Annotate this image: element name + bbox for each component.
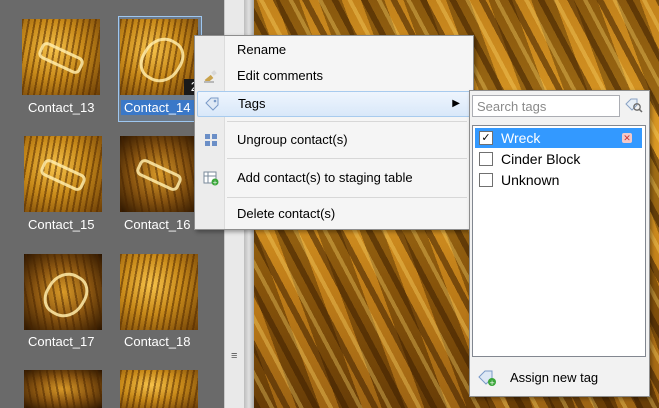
thumbnail-contact-16[interactable] <box>120 136 198 212</box>
thumbnail-contact-14[interactable]: 2 <box>120 19 198 95</box>
contact-context-menu: Rename Edit comments Tags ▶ Ungroup cont… <box>194 35 474 230</box>
new-tag-icon: + <box>478 369 498 395</box>
thumbnail-contact-13[interactable] <box>22 19 100 95</box>
thumbnail-label: Contact_15 <box>28 217 95 232</box>
menu-item-rename[interactable]: Rename <box>197 38 469 62</box>
menu-item-edit-comments[interactable]: Edit comments <box>197 64 469 88</box>
thumbnail-contact-15[interactable] <box>24 136 102 212</box>
submenu-arrow-icon: ▶ <box>452 98 460 109</box>
tag-checkbox[interactable] <box>479 173 493 187</box>
assign-new-tag-label: Assign new tag <box>510 370 599 385</box>
menu-item-add-to-staging-table[interactable]: + Add contact(s) to staging table <box>197 166 469 190</box>
menu-separator <box>227 197 467 198</box>
thumbnail-label: Contact_13 <box>28 100 95 115</box>
thumbnail-contact-17[interactable] <box>24 254 102 330</box>
sonar-thumbnail-image <box>120 370 198 408</box>
menu-item-label: Delete contact(s) <box>237 206 336 221</box>
tag-label: Wreck <box>501 130 541 146</box>
tag-list-item[interactable]: Unknown <box>475 170 642 190</box>
sonar-thumbnail-image <box>24 370 102 408</box>
thumbnail-contact-partial[interactable] <box>120 370 198 408</box>
tag-list: ✓ Wreck ✕ Cinder Block Unknown <box>472 125 646 357</box>
assign-new-tag-button[interactable]: + Assign new tag <box>472 365 644 391</box>
svg-text:+: + <box>489 379 495 387</box>
tag-checkbox[interactable] <box>479 152 493 166</box>
pencil-icon <box>203 68 219 84</box>
table-add-icon: + <box>203 170 219 186</box>
thumbnail-label: Contact_16 <box>124 217 191 232</box>
tags-submenu-panel: ✓ Wreck ✕ Cinder Block Unknown + Assign … <box>469 90 650 397</box>
remove-tag-icon[interactable]: ✕ <box>622 133 632 143</box>
tag-label: Cinder Block <box>501 151 581 167</box>
thumbnail-label: Contact_17 <box>28 334 95 349</box>
sonar-thumbnail-image <box>24 254 102 330</box>
tag-icon <box>204 96 220 112</box>
search-tags-input[interactable] <box>472 95 620 117</box>
tag-list-item[interactable]: ✓ Wreck ✕ <box>475 128 642 148</box>
menu-item-label: Tags <box>238 96 266 111</box>
tag-checkbox[interactable]: ✓ <box>479 131 493 145</box>
search-tag-icon[interactable] <box>624 97 644 115</box>
sonar-thumbnail-image <box>22 19 100 95</box>
thumbnail-label: Contact_18 <box>124 334 191 349</box>
thumbnail-label: Contact_14 <box>121 100 194 115</box>
menu-item-label: Edit comments <box>237 68 323 83</box>
menu-item-tags[interactable]: Tags ▶ <box>197 91 471 117</box>
menu-item-label: Ungroup contact(s) <box>237 132 348 147</box>
sonar-thumbnail-image <box>120 136 198 212</box>
menu-item-delete-contacts[interactable]: Delete contact(s) <box>197 202 469 226</box>
tag-list-item[interactable]: Cinder Block <box>475 149 642 169</box>
contact-thumbnail-panel: Contact_13 2 Contact_14 Contact_15 Conta… <box>0 0 224 408</box>
thumbnail-contact-partial[interactable] <box>24 370 102 408</box>
menu-separator <box>227 121 467 122</box>
menu-separator <box>227 158 467 159</box>
thumbnail-contact-18[interactable] <box>120 254 198 330</box>
ungroup-icon <box>203 132 219 148</box>
sonar-thumbnail-image <box>24 136 102 212</box>
menu-item-ungroup-contacts[interactable]: Ungroup contact(s) <box>197 128 469 152</box>
svg-text:+: + <box>212 179 217 186</box>
sonar-thumbnail-image <box>120 254 198 330</box>
tag-label: Unknown <box>501 172 560 188</box>
splitter-grip-icon[interactable]: ≡ <box>231 350 237 362</box>
menu-item-label: Add contact(s) to staging table <box>237 170 413 185</box>
menu-item-label: Rename <box>237 42 287 57</box>
